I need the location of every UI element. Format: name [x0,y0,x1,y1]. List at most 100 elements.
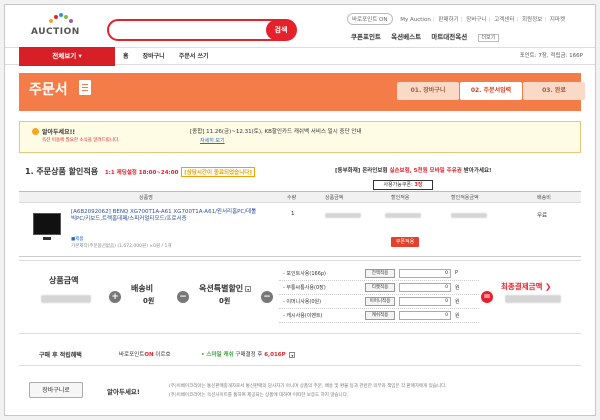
discount-line: - 무통씨통사용(0장) 티켓적용 0 원 [279,281,479,295]
ticket-input[interactable]: 0 [399,283,451,292]
logo-dots [49,13,73,27]
search-bar: 검색 [107,19,297,41]
discount-line: - 캐시사용(이벤트) 캐쉬적용 0 원 [279,309,479,323]
consult-closed-badge: [상담시간이 종료되었습니다] [181,167,255,177]
page-title: 주문서 [29,82,68,98]
section-title: 1. 주문상품 할인적용 1:1 제딩설정 18:00~24:00 [상담시간이… [25,166,255,177]
top-link-support[interactable]: 고객센터 [494,17,514,23]
col-shipping: 배송비 [537,195,551,201]
baro-point-toggle[interactable]: 바로포인트 ON [347,13,393,25]
product-thumbnail[interactable] [33,213,61,240]
step-cart: 01. 장바구니 [397,82,459,100]
top-links: 바로포인트 ON My Auction | 판매하기 | 장바구니 | 고객센터 | 회… [347,13,565,25]
consult-time: 1:1 제딩설정 18:00~24:00 [104,170,179,176]
points-input[interactable]: 0 [399,269,451,278]
quick-links: 쿠폰포인트 옥션베스트 마트대전옥션 더보기 [351,31,507,42]
search-input[interactable] [117,21,267,39]
smile-cash-reward: • 스마일 캐쉬 구매결정 후 6,016P ▾ [201,351,296,358]
chevron-down-icon[interactable]: ▾ [289,351,296,358]
blurred-product-total [41,295,91,303]
all-categories-button[interactable]: 전체보기 ▾ [19,47,115,66]
product-tag: ■제품 [71,237,84,242]
product-total-label: 상품금액 [49,276,79,285]
quick-link-mart[interactable]: 마트대전옥션 [431,33,467,41]
order-steps: 01. 장바구니 02. 주문서입력 03. 완료 [397,82,586,100]
reward-row: 구매 후 적립혜택 바로포인트ON 이르호 • 스마일 캐쉬 구매결정 후 6,… [19,342,581,366]
document-icon [79,80,91,95]
plus-icon: + [109,291,121,303]
discount-line: - 이머니사용(0원) 이머니적용 0 원 [279,295,479,309]
table-row: [A6B2092062] BENQ XG700T1A-A61 XG700T1A-… [19,203,581,257]
bottom-section: 장바구니로 알아두세요! (주)이베이코리아는 통신판매중개자로서 통신판매의 … [19,378,581,408]
product-option: 기본제작(주문옵션없음) (1,672,000원) ×0원 / 1개 [71,244,172,249]
notice-sub: 옥션 이용에 필요한 소식을 알려드립니다. [42,138,120,143]
baro-point-on: 바로포인트ON 이르호 [119,352,171,358]
back-to-cart-button[interactable]: 장바구니로 [29,382,83,398]
col-qty: 수량 [287,195,297,201]
apply-coupon-button[interactable]: 쿠폰적용 [391,237,419,247]
totals-section: 상품금액 + 배송비 0원 − 옥션특별할인 ▾ 0원 − - 포인트사용(166… [19,260,581,334]
blurred-final-total [505,295,561,303]
top-link-member[interactable]: 회원정보 [522,17,542,23]
shipping-value: 0원 [143,297,155,305]
discount-list: - 포인트사용(166p) 전액적용 0 P - 무통씨통사용(0장) 티켓적용… [279,267,479,323]
col-product: 상품명 [139,195,153,201]
col-price: 상품금액 [325,195,344,201]
chevron-down-icon: ❯ [545,282,552,291]
nav-points-summary: 포인트: 7장, 적립금: 166P [519,53,583,59]
search-button[interactable]: 검색 [266,20,296,40]
blurred-discount [385,213,421,218]
nav-bar: 전체보기 ▾ 홈 장바구니 주문서 쓰기 포인트: 7장, 적립금: 166P [5,47,595,66]
col-discount: 할인적용 [391,195,410,201]
reward-label: 구매 후 적립혜택 [39,352,82,359]
col-discount-amount: 할인적용금액 [451,195,479,201]
step-complete: 03. 완료 [523,82,585,100]
insurance-promo[interactable]: [동부화재] 온라인보험 실손보험, 5천원 모바일 주유권 받아가세요! [335,166,492,174]
notice-detail-link[interactable]: 자세히 보기 [200,137,225,144]
chevron-down-icon[interactable]: ▾ [245,285,252,292]
logo-text: AUCTION [31,27,80,37]
bottom-notice-head: 알아두세요! [107,388,140,396]
order-banner: 주문서 01. 장바구니 02. 주문서입력 03. 완료 [19,73,585,111]
nav-link-home[interactable]: 홈 [123,53,129,60]
apply-ticket-button[interactable]: 티켓적용 [365,283,395,292]
warning-icon [32,128,39,135]
more-dropdown[interactable]: 더보기 [477,34,500,42]
notice-box: 알아두세요!! 옥션 이용에 필요한 소식을 알려드립니다. [종합] 11.2… [19,121,581,153]
cash-input[interactable]: 0 [399,311,451,320]
apply-all-points-button[interactable]: 전액적용 [365,269,395,278]
blurred-price [325,213,361,218]
shipping-label: 배송비 [131,284,154,293]
minus-icon: − [261,291,273,303]
step-order-form: 02. 주문서입력 [460,82,522,100]
top-link-sell[interactable]: 판매하기 [438,17,458,23]
product-qty: 1 [291,211,295,217]
top-link-myauction[interactable]: My Auction [400,17,431,23]
product-name[interactable]: [A6B2092062] BENQ XG700T1A-A61 XG700T1A-… [71,209,261,223]
blurred-discount-amount [451,213,487,218]
nav-links: 홈 장바구니 주문서 쓰기 [123,48,221,65]
special-discount-value: 0원 [219,297,231,305]
quick-link-coupon[interactable]: 쿠폰포인트 [351,33,381,41]
apply-emoney-button[interactable]: 이머니적용 [365,297,395,306]
minus-icon: − [177,291,189,303]
top-link-gmarket[interactable]: 지마켓 [550,17,565,23]
available-coupon-note: 사용가능쿠폰: 3장 [373,180,433,190]
apply-cash-button[interactable]: 캐쉬적용 [365,311,395,320]
top-link-cart[interactable]: 장바구니 [466,17,486,23]
notice-message: [종합] 11.26(금)~12.31(토), KB할인카드 캐쉬백 서비스 일… [190,129,362,135]
notice-head: 알아두세요!! [42,129,76,136]
emoney-input[interactable]: 0 [399,297,451,306]
equals-icon: = [481,291,493,303]
nav-link-cart[interactable]: 장바구니 [143,53,165,60]
nav-link-order[interactable]: 주문서 쓰기 [179,53,209,60]
product-shipping: 무료 [537,213,548,219]
quick-link-best[interactable]: 옥션베스트 [391,33,421,41]
auction-logo[interactable]: AUCTION [31,13,91,43]
order-table: 상품명 수량 상품금액 할인적용 할인적용금액 배송비 [A6B2092062]… [19,191,581,257]
page: AUCTION 검색 바로포인트 ON My Auction | 판매하기 | 장바… [4,4,596,416]
table-header: 상품명 수량 상품금액 할인적용 할인적용금액 배송비 [19,191,581,203]
special-discount-label: 옥션특별할인 ▾ [199,284,252,293]
discount-line: - 포인트사용(166p) 전액적용 0 P [279,267,479,281]
bottom-fine-print: (주)이베이코리아는 통신판매중개자로서 통신판매의 당사자가 아니며 상품의 … [169,384,447,398]
